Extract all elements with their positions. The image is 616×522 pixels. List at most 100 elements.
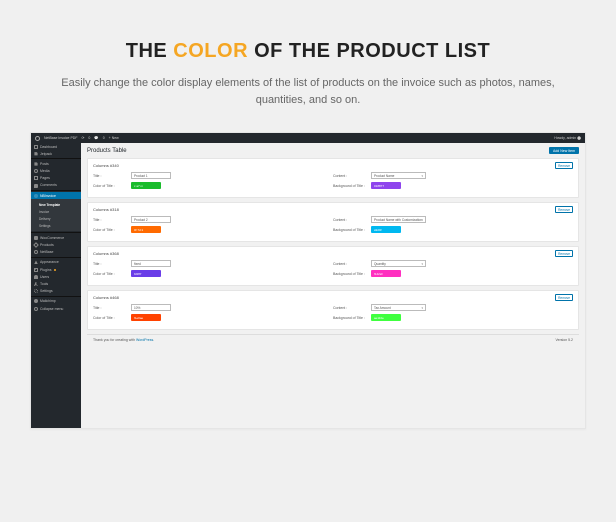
sidebar-item-collapse-menu[interactable]: Collapse menu: [31, 305, 81, 312]
remove-button[interactable]: Remove: [555, 250, 573, 257]
bg-of-title-swatch[interactable]: a929f: [371, 226, 401, 233]
sidebar-item-appearance[interactable]: Appearance: [31, 259, 81, 266]
sidebar-item-users[interactable]: Users: [31, 273, 81, 280]
sidebar-sub-delivery[interactable]: Delivery: [31, 215, 81, 222]
content-label: Content :: [333, 262, 368, 266]
dash-icon: [34, 145, 38, 149]
column-panel: Columns #368 Remove Title :fixed Content :Q…: [87, 246, 579, 286]
wb-icon: [34, 194, 38, 198]
color-of-title-swatch[interactable]: bf2ff7: [131, 270, 161, 277]
panel-heading: Columns #340: [93, 163, 119, 168]
products-icon: [34, 243, 38, 247]
color-of-title-swatch[interactable]: f1e0ae: [131, 314, 161, 321]
sidebar-item-tools[interactable]: Tools: [31, 280, 81, 287]
sidebar-item-pages[interactable]: Pages: [31, 175, 81, 182]
site-name[interactable]: NetBase Invoice PDF: [44, 136, 77, 140]
content-label: Content :: [333, 306, 368, 310]
sidebar-item-products[interactable]: Products: [31, 242, 81, 249]
new-link[interactable]: + New: [109, 136, 119, 140]
page-title: Products Table: [87, 148, 127, 154]
sidebar-sub-new-template[interactable]: New Template: [31, 201, 81, 208]
sidebar-item-nbinvoice[interactable]: NBInvoice: [31, 192, 81, 199]
sidebar-item-mailchimp[interactable]: Mailchimp: [31, 298, 81, 305]
media-icon: [34, 169, 38, 173]
color-of-title-label: Color of Title :: [93, 272, 128, 276]
wp-admin-bar: NetBase Invoice PDF ⟳ 0 💬 0 + New Howdy,…: [31, 133, 585, 143]
add-new-item-button[interactable]: Add New Item: [549, 147, 579, 154]
bg-of-title-label: Background of Title :: [333, 184, 368, 188]
color-of-title-label: Color of Title :: [93, 316, 128, 320]
pages-icon: [34, 176, 38, 180]
sidebar-item-posts[interactable]: Posts: [31, 160, 81, 167]
remove-button[interactable]: Remove: [555, 162, 573, 169]
plugins-icon: [34, 268, 38, 272]
content-label: Content :: [333, 174, 368, 178]
panel-heading: Columns #368: [93, 251, 119, 256]
title-label: Title :: [93, 262, 128, 266]
comments-icon: [34, 184, 38, 188]
remove-button[interactable]: Remove: [555, 294, 573, 301]
screenshot-frame: NetBase Invoice PDF ⟳ 0 💬 0 + New Howdy,…: [30, 132, 586, 429]
title-label: Title :: [93, 174, 128, 178]
sidebar-sub-settings[interactable]: Settings: [31, 222, 81, 229]
admin-footer: Thank you for creating with WordPress. V…: [87, 334, 579, 345]
sidebar-item-dashboard[interactable]: Dashboard: [31, 143, 81, 150]
content-select[interactable]: Quantity: [371, 260, 426, 267]
posts-icon: [34, 162, 38, 166]
wordpress-link[interactable]: WordPress: [136, 338, 153, 342]
content-select[interactable]: Product Name with Customization: [371, 216, 426, 223]
bg-of-title-label: Background of Title :: [333, 316, 368, 320]
content-select[interactable]: Tax Amount: [371, 304, 426, 311]
panel-heading: Columns #318: [93, 207, 119, 212]
color-of-title-swatch[interactable]: 0f 7d:1: [131, 226, 161, 233]
hero-title: THE COLOR OF THE PRODUCT LIST: [30, 40, 586, 63]
hero-subtitle: Easily change the color display elements…: [50, 75, 566, 108]
sidebar-item-plugins[interactable]: Plugins: [31, 266, 81, 273]
main-content: Products Table Add New Item Columns #340…: [81, 143, 585, 428]
bg-of-title-swatch[interactable]: ae110e: [371, 314, 401, 321]
posts-icon: [34, 152, 38, 156]
sidebar-item-settings[interactable]: Settings: [31, 288, 81, 295]
sidebar-item-media[interactable]: Media: [31, 168, 81, 175]
howdy-user[interactable]: Howdy, admin ⬤: [554, 136, 581, 140]
bg-of-title-swatch[interactable]: 018877: [371, 182, 401, 189]
admin-sidebar: DashboardJetpack PostsMediaPagesComments N…: [31, 143, 81, 428]
comments-icon[interactable]: 💬: [94, 136, 98, 140]
content-select[interactable]: Product Name: [371, 172, 426, 179]
sidebar-item-comments[interactable]: Comments: [31, 182, 81, 189]
color-of-title-label: Color of Title :: [93, 184, 128, 188]
sidebar-sub-invoice[interactable]: Invoice: [31, 208, 81, 215]
bg-of-title-swatch[interactable]: f1422c: [371, 270, 401, 277]
tools-icon: [34, 282, 38, 286]
updates-icon[interactable]: ⟳: [81, 136, 84, 140]
version-text: Version 5.2: [555, 338, 573, 342]
wp-logo-icon[interactable]: [35, 136, 40, 141]
title-input[interactable]: 10%: [131, 304, 171, 311]
globe-icon: [34, 250, 38, 254]
color-of-title-label: Color of Title :: [93, 228, 128, 232]
bg-of-title-label: Background of Title :: [333, 272, 368, 276]
title-label: Title :: [93, 218, 128, 222]
title-input[interactable]: fixed: [131, 260, 171, 267]
column-panel: Columns #340 Remove Title :Product 1 Conten…: [87, 158, 579, 198]
users-icon: [34, 275, 38, 279]
column-panel: Columns #318 Remove Title :Product 2 Conten…: [87, 202, 579, 242]
woo-icon: [34, 236, 38, 240]
color-of-title-swatch[interactable]: c a7 m: [131, 182, 161, 189]
mailchimp-icon: [34, 299, 38, 303]
content-label: Content :: [333, 218, 368, 222]
appearance-icon: [34, 260, 38, 264]
title-input[interactable]: Product 2: [131, 216, 171, 223]
update-badge: [54, 269, 56, 271]
sidebar-item-woocommerce[interactable]: WooCommerce: [31, 234, 81, 241]
panel-heading: Columns #468: [93, 295, 119, 300]
title-label: Title :: [93, 306, 128, 310]
bg-of-title-label: Background of Title :: [333, 228, 368, 232]
title-input[interactable]: Product 1: [131, 172, 171, 179]
sidebar-item-jetpack[interactable]: Jetpack: [31, 150, 81, 157]
collapse-icon: [34, 307, 38, 311]
sidebar-item-netbase[interactable]: NetBase: [31, 249, 81, 256]
settings-icon: [34, 289, 38, 293]
remove-button[interactable]: Remove: [555, 206, 573, 213]
column-panel: Columns #468 Remove Title :10% Content :Tax…: [87, 290, 579, 330]
